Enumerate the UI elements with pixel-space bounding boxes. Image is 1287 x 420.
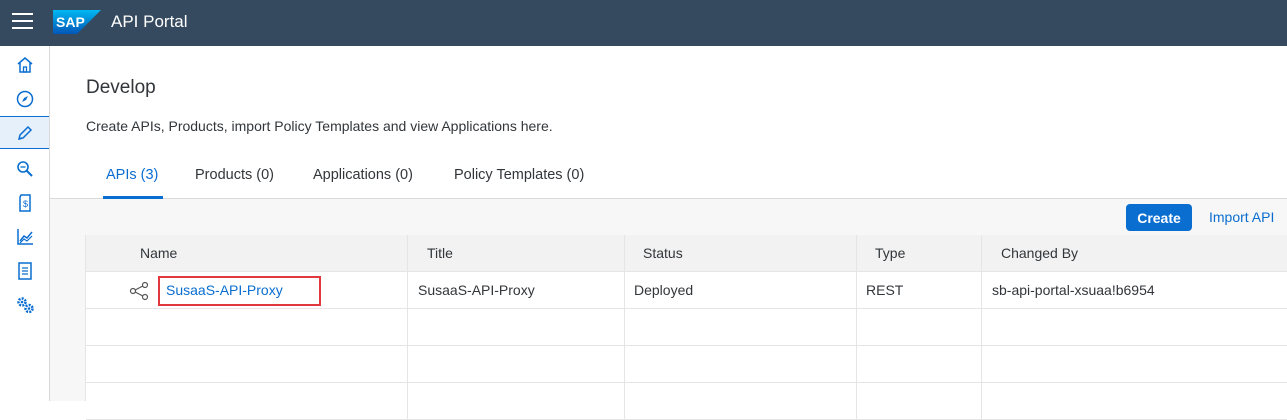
tab-apis[interactable]: APIs (3) bbox=[106, 167, 158, 199]
app-title: API Portal bbox=[111, 12, 188, 31]
column-header-type[interactable]: Type bbox=[857, 235, 982, 271]
nav-home[interactable] bbox=[0, 48, 49, 81]
table-row[interactable]: SusaaS-API-Proxy SusaaS-API-Proxy Deploy… bbox=[86, 272, 1287, 309]
nav-develop[interactable] bbox=[0, 116, 49, 149]
nav-test[interactable] bbox=[0, 152, 49, 185]
line-chart-icon bbox=[16, 228, 33, 245]
page-title: Develop bbox=[86, 77, 156, 98]
cell-name: SusaaS-API-Proxy bbox=[86, 272, 408, 308]
compass-icon bbox=[16, 90, 33, 107]
pencil-icon bbox=[17, 125, 32, 140]
nav-products[interactable]: $ bbox=[0, 186, 49, 219]
sap-logo: SAP bbox=[53, 10, 101, 34]
nav-configure[interactable] bbox=[0, 288, 49, 321]
tab-applications[interactable]: Applications (0) bbox=[313, 167, 413, 199]
column-header-status[interactable]: Status bbox=[625, 235, 857, 271]
home-icon bbox=[17, 56, 32, 73]
api-name-link[interactable]: SusaaS-API-Proxy bbox=[166, 272, 283, 308]
product-document-icon: $ bbox=[18, 193, 31, 212]
table-row-empty bbox=[86, 383, 1287, 420]
nav-discover[interactable] bbox=[0, 82, 49, 115]
table-header-row: Name Title Status Type Changed By bbox=[86, 235, 1287, 272]
api-proxy-icon bbox=[129, 281, 149, 301]
tab-policy-templates[interactable]: Policy Templates (0) bbox=[454, 167, 584, 199]
column-header-title[interactable]: Title bbox=[408, 235, 625, 271]
nav-monitor[interactable] bbox=[0, 254, 49, 287]
column-header-changed-by[interactable]: Changed By bbox=[982, 235, 1287, 271]
content-area: Create Import API Name Title Status Type… bbox=[50, 199, 1287, 420]
side-navigation: $ bbox=[0, 46, 50, 401]
page-description: Create APIs, Products, import Policy Tem… bbox=[86, 118, 553, 134]
search-binoculars-icon bbox=[16, 160, 33, 177]
checklist-icon bbox=[17, 261, 32, 280]
svg-text:SAP: SAP bbox=[56, 14, 85, 30]
svg-text:$: $ bbox=[23, 199, 28, 209]
shell-bar: SAP API Portal bbox=[0, 0, 1287, 46]
create-button[interactable]: Create bbox=[1126, 204, 1192, 231]
tab-products[interactable]: Products (0) bbox=[195, 167, 274, 199]
cell-title: SusaaS-API-Proxy bbox=[408, 272, 625, 308]
table-row-empty bbox=[86, 346, 1287, 383]
settings-gears-icon bbox=[16, 296, 34, 313]
cell-status: Deployed bbox=[625, 272, 857, 308]
column-header-name[interactable]: Name bbox=[86, 235, 408, 271]
menu-icon[interactable] bbox=[12, 13, 33, 31]
table-row-empty bbox=[86, 309, 1287, 346]
import-api-button[interactable]: Import API bbox=[1209, 209, 1274, 225]
cell-changed-by: sb-api-portal-xsuaa!b6954 bbox=[992, 282, 1155, 298]
page-header: Develop Create APIs, Products, import Po… bbox=[50, 46, 1287, 199]
apis-table: Name Title Status Type Changed By SusaaS… bbox=[85, 235, 1287, 420]
cell-type: REST bbox=[857, 272, 982, 308]
nav-analyze[interactable] bbox=[0, 220, 49, 253]
